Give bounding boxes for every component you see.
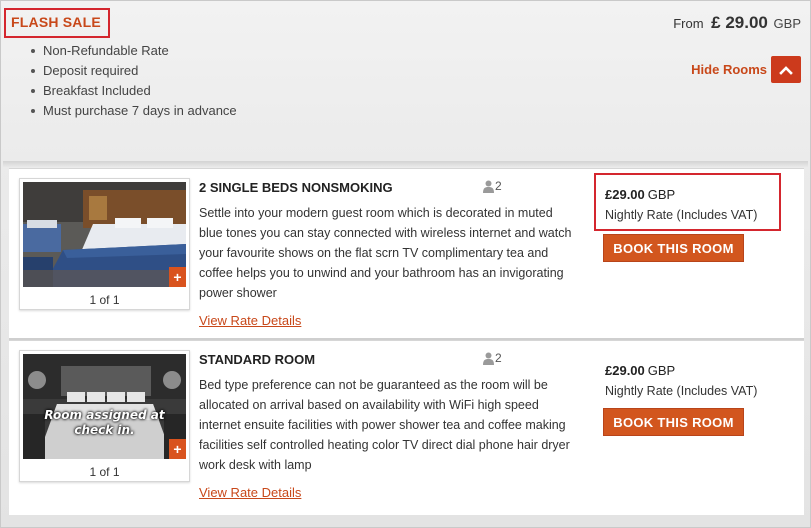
book-room-button[interactable]: BOOK THIS ROOM (603, 234, 744, 262)
enlarge-photo-button[interactable]: + (169, 439, 186, 459)
price-currency: GBP (647, 363, 676, 378)
rate-feature-item: Must purchase 7 days in advance (31, 101, 237, 121)
room-card: Room assigned at check in. + 1 of 1 STAN… (9, 340, 804, 515)
price-block: £29.00 GBP Nightly Rate (Includes VAT) (605, 363, 757, 398)
room-name: STANDARD ROOM (199, 352, 316, 367)
room-price: £29.00 GBP (605, 187, 757, 202)
room-description: Bed type preference can not be guarantee… (199, 378, 570, 472)
rate-header: FLASH SALE Non-Refundable Rate Deposit r… (1, 1, 811, 166)
hide-rooms-button[interactable] (771, 56, 801, 83)
room-card: + 1 of 1 2 SINGLE BEDS NONSMOKING 2 Sett… (9, 168, 804, 338)
from-amount: £ 29.00 (711, 13, 768, 32)
hide-rooms-label[interactable]: Hide Rooms (691, 62, 767, 77)
rate-feature-item: Deposit required (31, 61, 237, 81)
price-note: Nightly Rate (Includes VAT) (605, 384, 758, 398)
rate-title: FLASH SALE (11, 14, 101, 30)
person-icon (483, 180, 494, 193)
price-block: £29.00 GBP Nightly Rate (Includes VAT) (605, 187, 757, 222)
room-photo-image (23, 354, 186, 459)
photo-count: 1 of 1 (89, 465, 120, 479)
divider (3, 161, 808, 167)
from-price: From £ 29.00 GBP (673, 13, 801, 33)
hide-rooms-toggle[interactable]: Hide Rooms (691, 56, 801, 83)
room-description: Settle into your modern guest room which… (199, 206, 572, 300)
price-value: £29.00 (605, 363, 645, 378)
price-value: £29.00 (605, 187, 645, 202)
occupancy: 2 (483, 179, 502, 193)
price-note: Nightly Rate (Includes VAT) (605, 208, 758, 222)
from-label: From (673, 16, 704, 31)
from-currency: GBP (773, 16, 801, 31)
occupancy: 2 (483, 351, 502, 365)
view-rate-details-link[interactable]: View Rate Details (199, 485, 301, 500)
photo-caption: Room assigned at check in. (44, 408, 165, 437)
price-currency: GBP (647, 187, 676, 202)
rate-panel: FLASH SALE Non-Refundable Rate Deposit r… (0, 0, 811, 528)
photo-count: 1 of 1 (89, 293, 120, 307)
room-photo-frame[interactable]: Room assigned at check in. + 1 of 1 (19, 350, 190, 482)
occupancy-count: 2 (495, 351, 502, 365)
room-price: £29.00 GBP (605, 363, 757, 378)
occupancy-count: 2 (495, 179, 502, 193)
room-photo[interactable]: Room assigned at check in. + (23, 354, 186, 459)
room-photo-image (23, 182, 186, 287)
rate-features-list: Non-Refundable Rate Deposit required Bre… (31, 41, 237, 121)
room-photo[interactable]: + (23, 182, 186, 287)
rate-feature-item: Non-Refundable Rate (31, 41, 237, 61)
person-icon (483, 352, 494, 365)
enlarge-photo-button[interactable]: + (169, 267, 186, 287)
book-room-button[interactable]: BOOK THIS ROOM (603, 408, 744, 436)
chevron-up-icon (779, 65, 793, 75)
room-name: 2 SINGLE BEDS NONSMOKING (199, 180, 393, 195)
view-rate-details-link[interactable]: View Rate Details (199, 313, 301, 328)
room-photo-frame[interactable]: + 1 of 1 (19, 178, 190, 310)
rate-feature-item: Breakfast Included (31, 81, 237, 101)
